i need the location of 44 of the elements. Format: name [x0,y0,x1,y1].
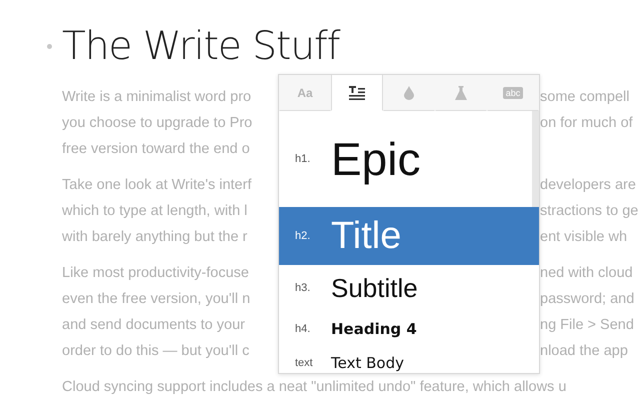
body-text: even the free version, you'll n [62,291,252,307]
body-text: Take one look at Write's interf [62,177,252,193]
style-name: Epic [331,132,420,186]
style-option[interactable]: h3. Subtitle [279,265,539,311]
body-text: developers are [540,177,637,193]
body-text: password; and [540,291,636,307]
spellcheck-badge: abc [502,86,524,98]
body-text: and send documents to your [62,317,246,333]
style-tag: h2. [279,230,331,242]
style-tag: h3. [279,282,331,294]
style-option[interactable]: h2. Title [279,207,539,265]
drop-icon [404,86,414,100]
style-name: Subtitle [331,272,418,304]
body-text: you choose to upgrade to Pro [62,115,254,131]
style-option[interactable]: h1. Epic [279,111,539,207]
body-text: ent visible wh [540,229,628,245]
font-tab-label: Aa [297,86,313,100]
scrollbar[interactable] [532,111,539,207]
heading-lines-icon [349,86,365,100]
document-title: The Write Stuff [62,24,340,68]
style-name: Heading 4 [331,320,417,338]
body-text: Like most productivity-focuse [62,265,250,281]
body-text: some compell [540,89,630,105]
body-text: Cloud syncing support includes a neat "unlimited undo" feature, which allows u [62,379,568,395]
style-tag: h1. [279,153,331,165]
style-name: Title [331,214,402,258]
bullet-dot [47,44,52,49]
body-text: with barely anything but the r [62,229,248,245]
body-text: ng File > Send [540,317,635,333]
body-text: ned with cloud [540,265,634,281]
body-text: which to type at length, with l [62,203,248,219]
popup-tab[interactable] [331,75,383,111]
body-text: free version toward the end o [62,141,251,157]
style-name: Text Body [331,354,404,372]
flask-icon [455,86,467,100]
body-text: Write is a minimalist word pro [62,89,252,105]
body-text: order to do this — but you'll c [62,343,250,359]
body-text: stractions to ge [540,203,640,219]
style-option[interactable]: h4. Heading 4 [279,311,539,347]
body-text: nload the app [540,343,629,359]
body-text: on for much of [540,115,634,131]
style-tag: text [279,357,331,369]
style-option[interactable]: text Text Body [279,347,539,373]
style-tag: h4. [279,323,331,335]
